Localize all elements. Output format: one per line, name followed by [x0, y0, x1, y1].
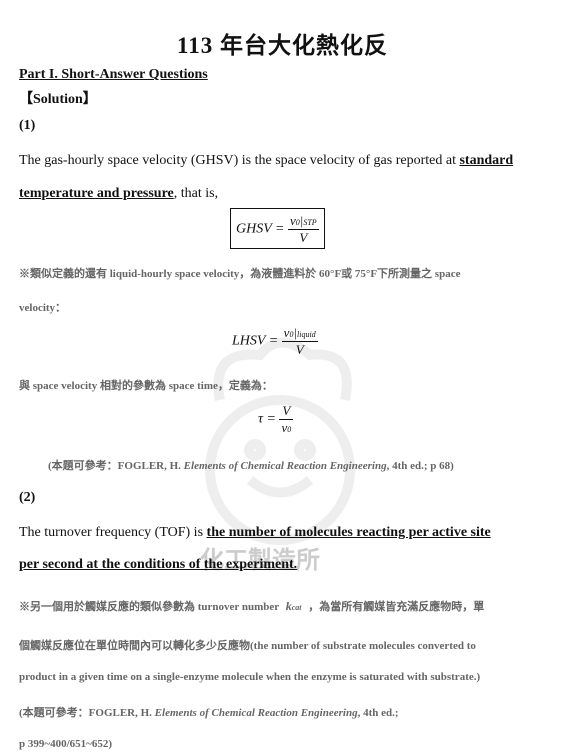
- q2-reference-pages: p 399~400/651~652): [19, 738, 113, 750]
- page-title: 113 年台大化熱化反: [177, 33, 388, 58]
- question-1-label: (1): [19, 118, 36, 133]
- equation-ghsv: GHSV = v0|STP V: [230, 208, 325, 249]
- tau-lhs: τ =: [258, 411, 276, 427]
- q1-paragraph-line2: temperature and pressure, that is,: [19, 185, 540, 202]
- solution-heading: 【Solution】: [19, 92, 97, 107]
- note-lhsv-line2: velocity：: [19, 302, 67, 314]
- note-turnover-line3: product in a given time on a single-enzy…: [19, 671, 481, 683]
- q2-paragraph-line2: per second at the conditions of the expe…: [19, 556, 540, 573]
- q1-text-intro: The gas-hourly space velocity (GHSV) is …: [19, 153, 460, 168]
- q1-bold-a: standard: [459, 153, 514, 168]
- q1-bold-b: temperature and pressure: [19, 186, 174, 201]
- part-heading: Part I. Short-Answer Questions: [19, 67, 208, 82]
- lhsv-lhs: LHSV =: [232, 333, 279, 349]
- ghsv-lhs: GHSV =: [236, 221, 285, 237]
- q1-text-tail: , that is,: [173, 186, 219, 201]
- q2-text-intro: The turnover frequency (TOF) is: [19, 525, 207, 540]
- q2-reference: (本題可參考：FOGLER, H. Elements of Chemical R…: [19, 707, 399, 719]
- note-turnover-line2: 個觸媒反應位在單位時間內可以轉化多少反應物(the number of subs…: [19, 640, 476, 652]
- note-turnover-line1: ※另一個用於觸媒反應的類似參數為 turnover number kcat ，為…: [19, 599, 485, 613]
- q1-paragraph: The gas-hourly space velocity (GHSV) is …: [19, 152, 540, 169]
- lhsv-fraction: v0|liquid V: [281, 325, 318, 357]
- note-lhsv-line1: ※類似定義的還有 liquid-hourly space velocity，為液…: [19, 268, 461, 280]
- q1-reference: (本題可參考：FOGLER, H. Elements of Chemical R…: [48, 460, 454, 472]
- ghsv-fraction: v0|STP V: [287, 213, 319, 245]
- equation-lhsv: LHSV = v0|liquid V: [232, 325, 318, 358]
- q2-bold-b: per second at the conditions of the expe…: [19, 557, 298, 572]
- q2-bold-a: the number of molecules reacting per act…: [206, 525, 491, 540]
- equation-tau: τ = V v0: [258, 403, 294, 436]
- q2-paragraph: The turnover frequency (TOF) is the numb…: [19, 524, 540, 541]
- question-2-label: (2): [19, 490, 36, 505]
- note-space-time: 與 space velocity 相對的參數為 space time，定義為：: [19, 380, 273, 392]
- tau-fraction: V v0: [279, 403, 294, 435]
